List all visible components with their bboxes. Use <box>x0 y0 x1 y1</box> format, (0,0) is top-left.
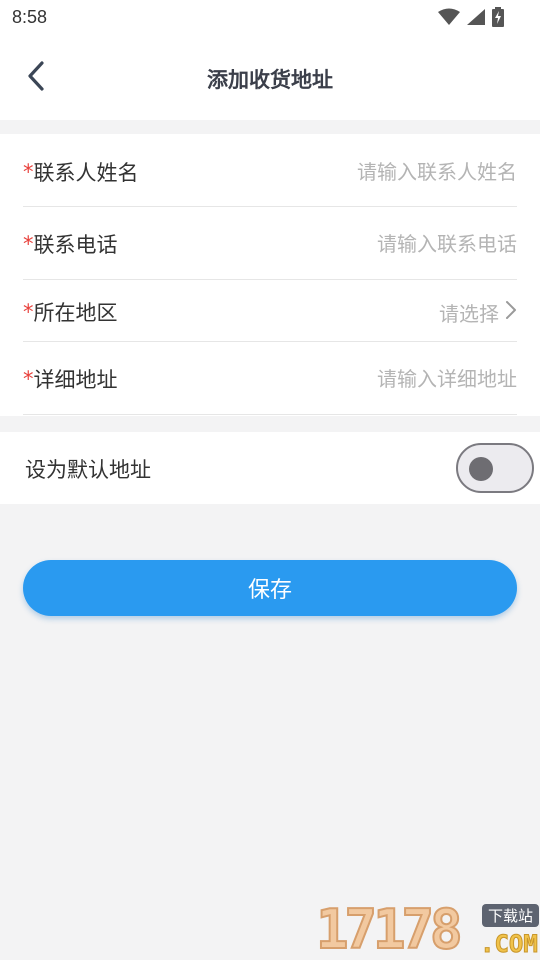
default-address-row: 设为默认地址 <box>0 432 540 504</box>
status-bar: 8:58 <box>0 0 540 36</box>
chevron-right-icon <box>505 300 517 324</box>
cellular-signal-icon <box>466 8 486 30</box>
contact-name-label: 联系人姓名 <box>33 161 139 185</box>
required-mark: * <box>23 160 34 184</box>
watermark-badge: 下载站 <box>482 904 540 927</box>
save-button[interactable]: 保存 <box>23 560 517 616</box>
field-label: * 联系电话 <box>23 229 118 259</box>
watermark-number: 17178 <box>315 898 464 960</box>
form-row-contact-name: * 联系人姓名 <box>23 154 517 190</box>
watermark-domain: .COM <box>480 930 539 959</box>
form-row-detail-address: * 详细地址 <box>23 361 517 397</box>
required-mark: * <box>23 300 34 324</box>
form-row-contact-phone: * 联系电话 <box>23 226 517 262</box>
form-row-region: * 所在地区 请选择 <box>23 294 517 330</box>
contact-phone-input[interactable] <box>277 232 517 256</box>
toggle-knob <box>469 457 493 481</box>
region-select-text: 请选择 <box>439 301 499 326</box>
region-select[interactable]: 请选择 <box>439 298 517 327</box>
required-mark: * <box>23 232 34 256</box>
contact-name-input[interactable] <box>277 160 517 184</box>
default-address-toggle[interactable] <box>456 443 534 493</box>
page-title: 添加收货地址 <box>207 68 333 92</box>
region-label: 所在地区 <box>33 301 118 325</box>
nav-bar: 添加收货地址 <box>0 36 540 120</box>
field-label: * 详细地址 <box>23 364 118 394</box>
field-label: * 联系人姓名 <box>23 157 139 187</box>
address-form: * 联系人姓名 * 联系电话 * 所在地区 请选择 * 详细地址 <box>0 134 540 416</box>
divider <box>23 341 517 342</box>
status-time: 8:58 <box>12 7 48 27</box>
required-mark: * <box>23 367 34 391</box>
contact-phone-label: 联系电话 <box>33 233 118 257</box>
detail-address-input[interactable] <box>277 367 517 391</box>
divider <box>23 414 517 415</box>
wifi-icon <box>438 8 460 30</box>
field-label: * 所在地区 <box>23 297 118 327</box>
default-address-label: 设为默认地址 <box>25 458 151 482</box>
site-watermark: 17178 下载站 .COM <box>315 898 540 960</box>
divider <box>23 206 517 207</box>
divider <box>23 279 517 280</box>
battery-charging-icon <box>492 7 504 31</box>
status-icons <box>438 7 504 31</box>
detail-address-label: 详细地址 <box>33 368 118 392</box>
